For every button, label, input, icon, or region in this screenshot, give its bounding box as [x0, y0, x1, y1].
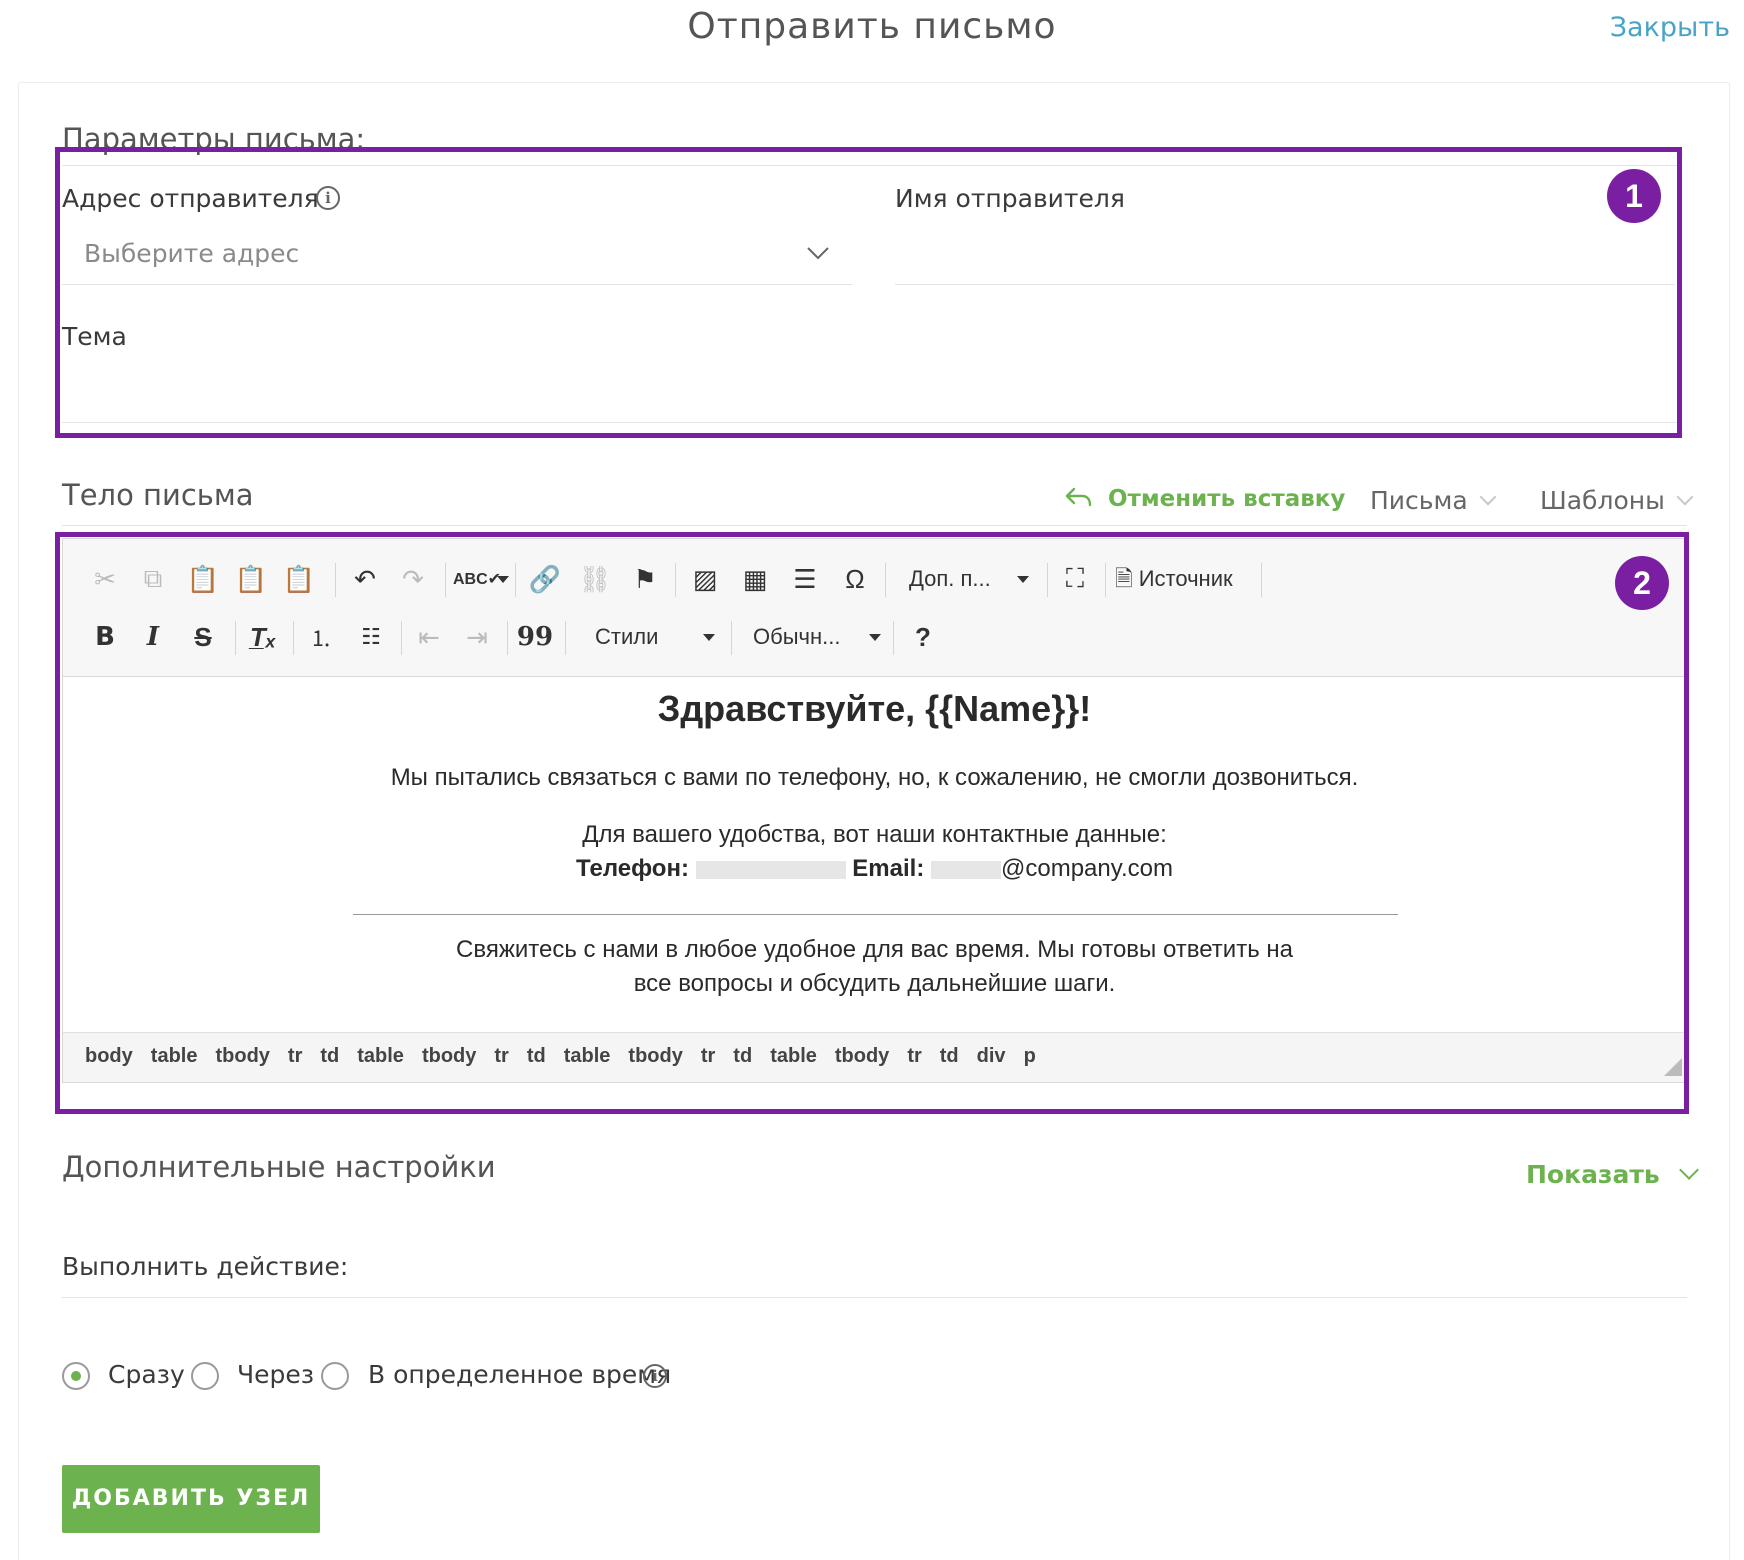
highlight-box-1 — [55, 147, 1682, 438]
radio-after[interactable] — [191, 1362, 219, 1390]
chevron-down-icon — [1676, 488, 1694, 506]
info-icon[interactable]: i — [643, 1364, 667, 1388]
letters-dropdown-label: Письма — [1370, 486, 1468, 515]
action-label: Выполнить действие: — [62, 1252, 349, 1281]
step-badge-1: 1 — [1607, 169, 1661, 223]
templates-dropdown-label: Шаблоны — [1540, 486, 1665, 515]
divider — [62, 525, 1687, 526]
templates-dropdown[interactable]: Шаблоны — [1540, 486, 1694, 515]
add-node-button[interactable]: ДОБАВИТЬ УЗЕЛ — [62, 1465, 320, 1533]
step-badge-2: 2 — [1615, 556, 1669, 610]
highlight-box-2 — [55, 532, 1689, 1114]
letters-dropdown[interactable]: Письма — [1370, 486, 1497, 515]
chevron-down-icon — [1479, 488, 1497, 506]
undo-insert-link[interactable]: Отменить вставку — [1108, 486, 1345, 512]
chevron-down-icon — [1678, 1160, 1699, 1180]
radio-now-label[interactable]: Сразу — [108, 1360, 185, 1389]
radio-after-label[interactable]: Через — [237, 1360, 314, 1389]
divider — [62, 1297, 1687, 1298]
undo-insert-icon[interactable] — [1064, 486, 1092, 508]
radio-at-time-label[interactable]: В определенное время — [368, 1360, 671, 1389]
show-toggle-label: Показать — [1526, 1160, 1660, 1189]
body-section-title: Тело письма — [62, 478, 254, 512]
radio-now[interactable] — [62, 1362, 90, 1390]
extra-section-title: Дополнительные настройки — [62, 1150, 496, 1184]
dialog-title: Отправить письмо — [687, 6, 1057, 47]
show-toggle[interactable]: Показать — [1526, 1160, 1699, 1189]
dialog-header: Отправить письмо Закрыть — [0, 0, 1744, 70]
close-link[interactable]: Закрыть — [1610, 12, 1730, 43]
radio-at-time[interactable] — [321, 1362, 349, 1390]
